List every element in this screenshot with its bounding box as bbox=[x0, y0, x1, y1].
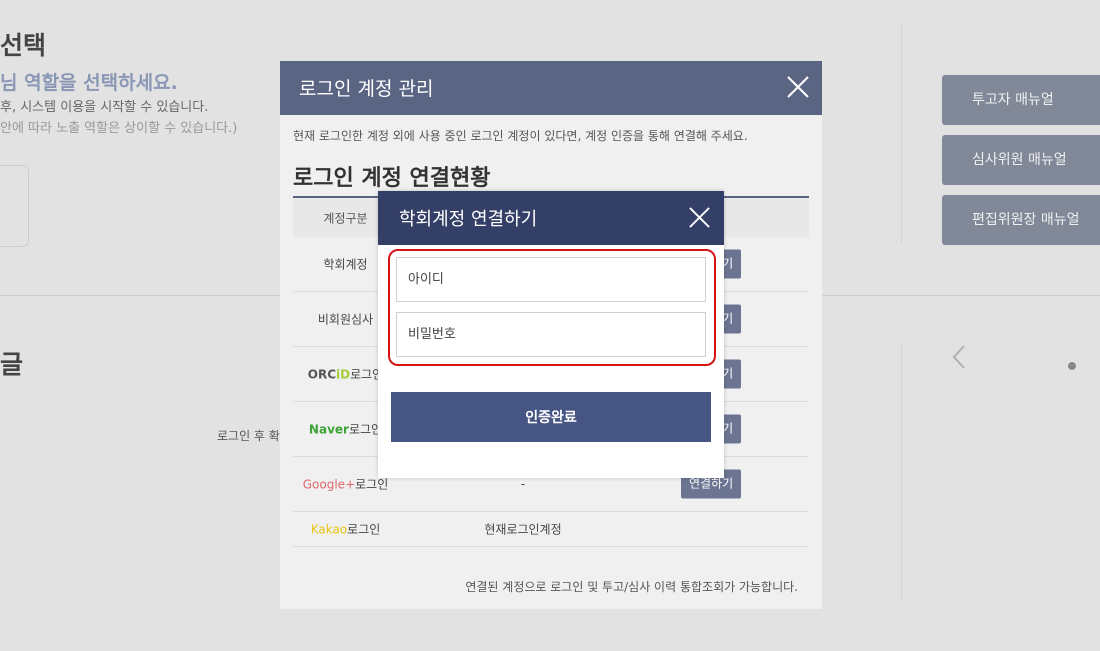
link-account-modal: 학회계정 연결하기 인증완료 bbox=[378, 191, 724, 478]
footer-note: 연결된 계정으로 로그인 및 투고/심사 이력 통합조회가 가능합니다. bbox=[465, 580, 798, 594]
modal-title: 로그인 계정 관리 bbox=[299, 78, 434, 100]
naver-logo-text: Naver bbox=[308, 422, 349, 437]
account-suffix: 로그인 bbox=[355, 477, 389, 492]
editor-manual-button[interactable]: 편집위원장 매뉴얼 bbox=[942, 195, 1100, 245]
carousel-dot[interactable] bbox=[1068, 362, 1076, 370]
role-description: 후, 시스템 이용을 시작할 수 있습니다. bbox=[0, 100, 209, 115]
connection-status-heading: 로그인 계정 연결현황 bbox=[293, 166, 491, 191]
close-icon[interactable] bbox=[688, 206, 711, 229]
password-field[interactable] bbox=[396, 312, 706, 357]
section-heading: 글 bbox=[0, 350, 24, 379]
modal-description: 현재 로그인한 계정 외에 사용 중인 로그인 계정이 있다면, 계정 인증을 … bbox=[293, 129, 748, 143]
google-logo-text: Google+ bbox=[302, 477, 356, 492]
login-hint: 로그인 후 확 bbox=[217, 429, 280, 443]
orcid-logo-text-a: ORC bbox=[307, 367, 337, 382]
account-status: - bbox=[520, 477, 526, 491]
account-name: Kakao로그인 bbox=[293, 521, 398, 538]
account-status: 현재로그인계정 bbox=[484, 522, 562, 537]
page-title: 선택 bbox=[0, 31, 47, 60]
reviewer-manual-button[interactable]: 심사위원 매뉴얼 bbox=[942, 135, 1100, 185]
role-note: 안에 따라 노출 역할은 상이할 수 있습니다.) bbox=[0, 121, 238, 136]
role-card[interactable] bbox=[0, 165, 29, 247]
account-name: Google+로그인 bbox=[293, 476, 398, 493]
account-suffix: 로그인 bbox=[347, 522, 381, 537]
modal-header: 로그인 계정 관리 bbox=[280, 61, 822, 115]
confirm-auth-button[interactable]: 인증완료 bbox=[391, 392, 711, 442]
close-icon[interactable] bbox=[786, 75, 810, 99]
inner-modal-header: 학회계정 연결하기 bbox=[378, 191, 724, 245]
kakao-logo-text: Kakao bbox=[310, 522, 348, 537]
inner-modal-title: 학회계정 연결하기 bbox=[399, 209, 538, 230]
divider-vertical-bottom bbox=[901, 345, 902, 600]
orcid-logo-text-b: iD bbox=[336, 367, 351, 382]
table-row: Kakao로그인 현재로그인계정 bbox=[293, 512, 809, 547]
role-prompt: 님 역할을 선택하세요. bbox=[0, 72, 178, 94]
id-field[interactable] bbox=[396, 257, 706, 302]
submitter-manual-button[interactable]: 투고자 매뉴얼 bbox=[942, 75, 1100, 125]
chevron-left-icon[interactable] bbox=[950, 342, 976, 372]
divider-vertical-top bbox=[901, 25, 902, 243]
